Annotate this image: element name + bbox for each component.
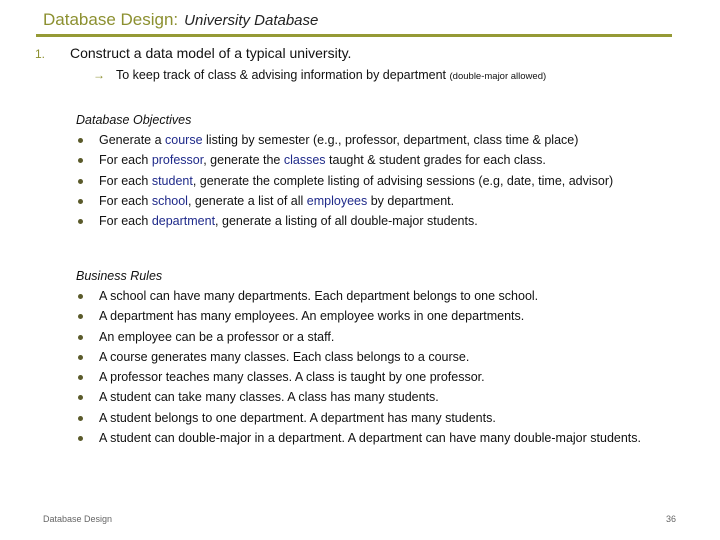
footer-title: Database Design <box>43 514 113 524</box>
list-item: An employee can be a professor or a staf… <box>76 327 641 347</box>
list-item: Generate a course listing by semester (e… <box>76 130 613 150</box>
list-item: A student can take many classes. A class… <box>76 387 641 407</box>
page-number: 36 <box>666 514 677 524</box>
subtext-main: To keep track of class & advising inform… <box>116 68 447 82</box>
title-sub: University Database <box>184 12 319 29</box>
bullet-icon <box>78 375 83 381</box>
bullet-icon <box>78 354 83 360</box>
list-item: A school can have many departments. Each… <box>76 286 641 306</box>
rules-list: A school can have many departments. Each… <box>76 286 641 448</box>
list-item: A department has many employees. An empl… <box>76 306 641 326</box>
bullet-icon <box>78 314 83 320</box>
bullet-icon <box>78 294 83 299</box>
list-item: A professor teaches many classes. A clas… <box>76 367 641 387</box>
objectives-section: Database Objectives Generate a course li… <box>76 110 613 231</box>
objectives-heading: Database Objectives <box>76 113 192 127</box>
list-item: A student belongs to one department. A d… <box>76 408 641 428</box>
bullet-icon <box>78 219 83 225</box>
item-number: 1. <box>35 47 46 61</box>
slide-title: Database Design: University Database <box>43 10 318 30</box>
bullet-icon <box>78 198 83 204</box>
list-item: A student can double-major in a departme… <box>76 428 641 448</box>
title-main: Database Design: <box>43 10 179 29</box>
bullet-icon <box>78 334 83 340</box>
item-text: Construct a data model of a typical univ… <box>70 45 352 61</box>
rules-section: Business Rules A school can have many de… <box>76 266 641 448</box>
list-item: For each professor, generate the classes… <box>76 150 613 170</box>
bullet-icon <box>78 138 83 143</box>
rules-heading: Business Rules <box>76 269 163 283</box>
list-item: A course generates many classes. Each cl… <box>76 347 641 367</box>
objectives-list: Generate a course listing by semester (e… <box>76 130 613 231</box>
bullet-icon <box>78 436 83 442</box>
bullet-icon <box>78 395 83 401</box>
list-item: For each school, generate a list of all … <box>76 191 613 211</box>
list-item: For each department, generate a listing … <box>76 211 613 231</box>
subtext-note: (double-major allowed) <box>449 71 547 82</box>
right-arrow-icon: → <box>93 68 105 82</box>
list-item: For each student, generate the complete … <box>76 171 613 191</box>
bullet-icon <box>78 178 83 184</box>
title-divider <box>36 34 672 37</box>
bullet-icon <box>78 158 83 164</box>
bullet-icon <box>78 415 83 421</box>
item-subtext: To keep track of class & advising inform… <box>116 68 546 82</box>
